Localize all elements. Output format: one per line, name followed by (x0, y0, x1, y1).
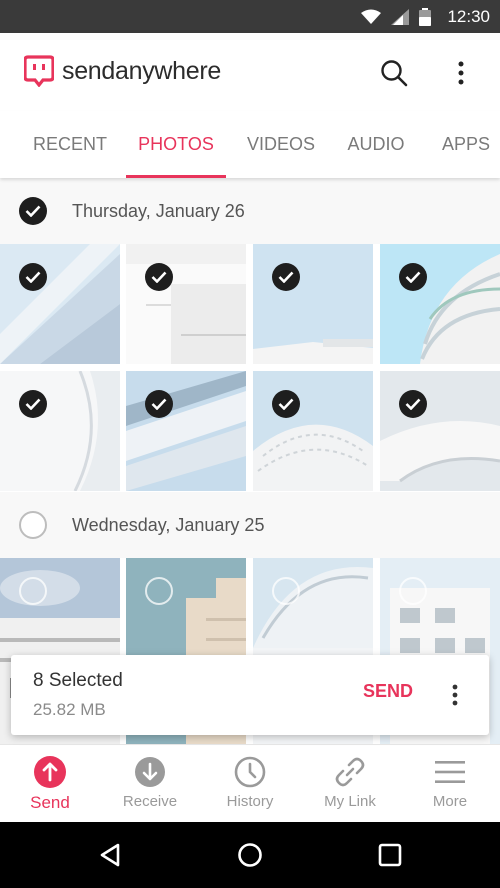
check-icon (151, 398, 167, 410)
unselected-circle[interactable] (272, 577, 300, 605)
recents-square-icon (378, 843, 402, 867)
more-vert-icon (452, 684, 458, 706)
selected-check[interactable] (272, 263, 300, 291)
back-triangle-icon (100, 843, 120, 867)
back-button[interactable] (94, 839, 126, 871)
sendanywhere-logo-icon (24, 55, 54, 87)
nav-more[interactable]: More (400, 745, 500, 823)
tab-recent[interactable]: RECENT (15, 111, 125, 178)
section-date-title: Wednesday, January 25 (72, 514, 265, 535)
app-logo: sendanywhere (24, 55, 221, 87)
status-time: 12:30 (447, 6, 490, 26)
check-icon (405, 398, 421, 410)
battery-icon (419, 7, 432, 26)
nav-label: Receive (122, 793, 178, 810)
photo-thumbnail[interactable] (0, 244, 120, 364)
active-tab-indicator (126, 175, 226, 178)
unselected-circle[interactable] (145, 577, 173, 605)
select-all-checkbox[interactable] (19, 511, 47, 539)
tab-audio[interactable]: AUDIO (330, 111, 422, 178)
photo-thumbnail[interactable] (126, 244, 246, 364)
status-bar: 12:30 (0, 0, 500, 33)
photo-thumbnail[interactable] (253, 371, 373, 491)
unselected-circle[interactable] (399, 577, 427, 605)
check-icon (25, 271, 41, 283)
cell-signal-icon (391, 8, 410, 25)
nav-label: Send (30, 793, 70, 812)
nav-label: History (226, 793, 274, 810)
home-circle-icon (238, 843, 262, 867)
more-vert-icon (458, 61, 464, 85)
selected-size: 25.82 MB (33, 700, 106, 719)
download-icon (133, 755, 167, 789)
check-icon (278, 271, 294, 283)
tab-videos[interactable]: VIDEOS (231, 111, 331, 178)
logo-text: sendanywhere (62, 57, 221, 86)
selected-check[interactable] (145, 390, 173, 418)
selected-check[interactable] (19, 390, 47, 418)
selected-check[interactable] (399, 263, 427, 291)
nav-label: More (432, 793, 468, 810)
logo-suffix: anywhere (115, 56, 222, 85)
nav-history[interactable]: History (200, 745, 300, 823)
photo-thumbnail[interactable] (380, 244, 500, 364)
selected-check[interactable] (272, 390, 300, 418)
photo-thumbnail[interactable] (0, 371, 120, 491)
unselected-circle[interactable] (19, 577, 47, 605)
home-button[interactable] (234, 839, 266, 871)
upload-icon (33, 755, 67, 789)
nav-my-link[interactable]: My Link (300, 745, 400, 823)
nav-label: My Link (324, 793, 376, 810)
recents-button[interactable] (374, 839, 406, 871)
photo-thumbnail[interactable] (253, 244, 373, 364)
section-date-title: Thursday, January 26 (72, 200, 245, 221)
photo-thumbnail[interactable] (126, 371, 246, 491)
search-button[interactable] (376, 55, 412, 91)
tab-photos[interactable]: PHOTOS (126, 111, 226, 178)
section-header[interactable]: Thursday, January 26 (0, 178, 500, 244)
selection-menu-button[interactable] (445, 677, 465, 713)
overflow-menu-button[interactable] (446, 55, 476, 91)
selected-check[interactable] (19, 263, 47, 291)
system-navigation-bar (0, 822, 500, 888)
selected-count: 8 Selected (33, 670, 123, 691)
selection-summary-card: 8 Selected 25.82 MB SEND (11, 655, 489, 735)
check-icon (25, 205, 41, 217)
check-icon (151, 271, 167, 283)
photo-thumbnail[interactable] (380, 371, 500, 491)
select-all-checkbox[interactable] (19, 197, 47, 225)
app-bar: sendanywhere (0, 33, 500, 111)
tab-apps[interactable]: APPS (426, 111, 500, 178)
clock-icon (233, 755, 267, 789)
check-icon (278, 398, 294, 410)
link-icon (333, 755, 367, 789)
send-button[interactable]: SEND (363, 681, 413, 702)
media-tabs: RECENT PHOTOS VIDEOS AUDIO APPS (0, 111, 500, 178)
nav-receive[interactable]: Receive (100, 745, 200, 823)
hamburger-icon (433, 755, 467, 789)
check-icon (25, 398, 41, 410)
wifi-icon (361, 9, 382, 24)
section-header[interactable]: Wednesday, January 25 (0, 492, 500, 558)
photo-grid (0, 244, 500, 492)
selected-check[interactable] (399, 390, 427, 418)
search-icon (381, 60, 408, 87)
logo-prefix: send (62, 56, 116, 85)
nav-send[interactable]: Send (0, 745, 100, 823)
check-icon (405, 271, 421, 283)
selected-check[interactable] (145, 263, 173, 291)
bottom-navigation: Send Receive History My Link More (0, 744, 500, 822)
